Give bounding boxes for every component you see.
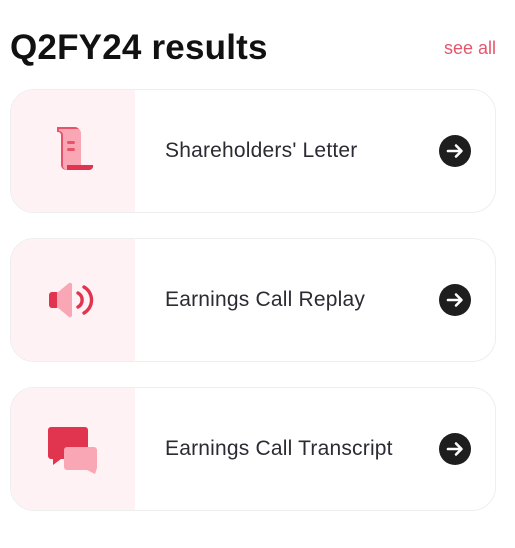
earnings-call-transcript-card[interactable]: Earnings Call Transcript [10, 387, 496, 511]
arrow-right-icon[interactable] [439, 135, 471, 167]
arrow-right-icon[interactable] [439, 433, 471, 465]
shareholders-letter-card[interactable]: Shareholders' Letter [10, 89, 496, 213]
card-label: Earnings Call Transcript [165, 437, 393, 460]
scroll-document-icon [57, 127, 94, 171]
see-all-link[interactable]: see all [444, 36, 496, 60]
card-icon-container [11, 388, 135, 510]
card-label: Shareholders' Letter [165, 139, 358, 162]
card-icon-container [11, 239, 135, 361]
results-header: Q2FY24 results see all [10, 26, 496, 70]
card-label: Earnings Call Replay [165, 288, 366, 311]
speaker-volume-icon [49, 282, 94, 318]
page-title: Q2FY24 results [10, 28, 268, 67]
card-icon-container [11, 90, 135, 212]
earnings-call-replay-card[interactable]: Earnings Call Replay [10, 238, 496, 362]
chat-bubbles-icon [48, 427, 97, 474]
arrow-right-icon[interactable] [439, 284, 471, 316]
